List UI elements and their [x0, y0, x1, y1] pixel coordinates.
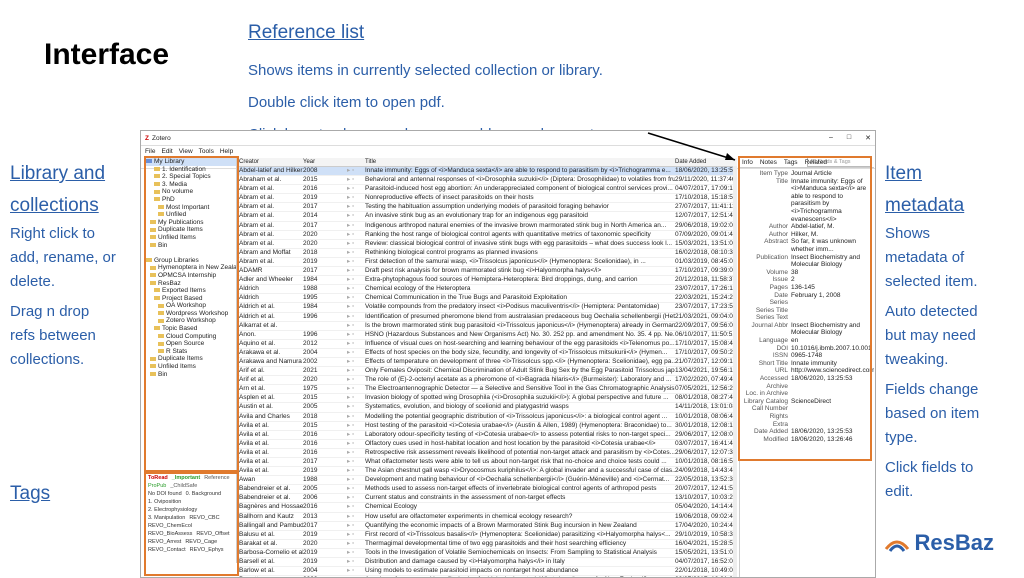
- column-arrow: [647, 132, 736, 161]
- annotation-arrows: [647, 132, 736, 161]
- column-arrowhead: [725, 153, 735, 160]
